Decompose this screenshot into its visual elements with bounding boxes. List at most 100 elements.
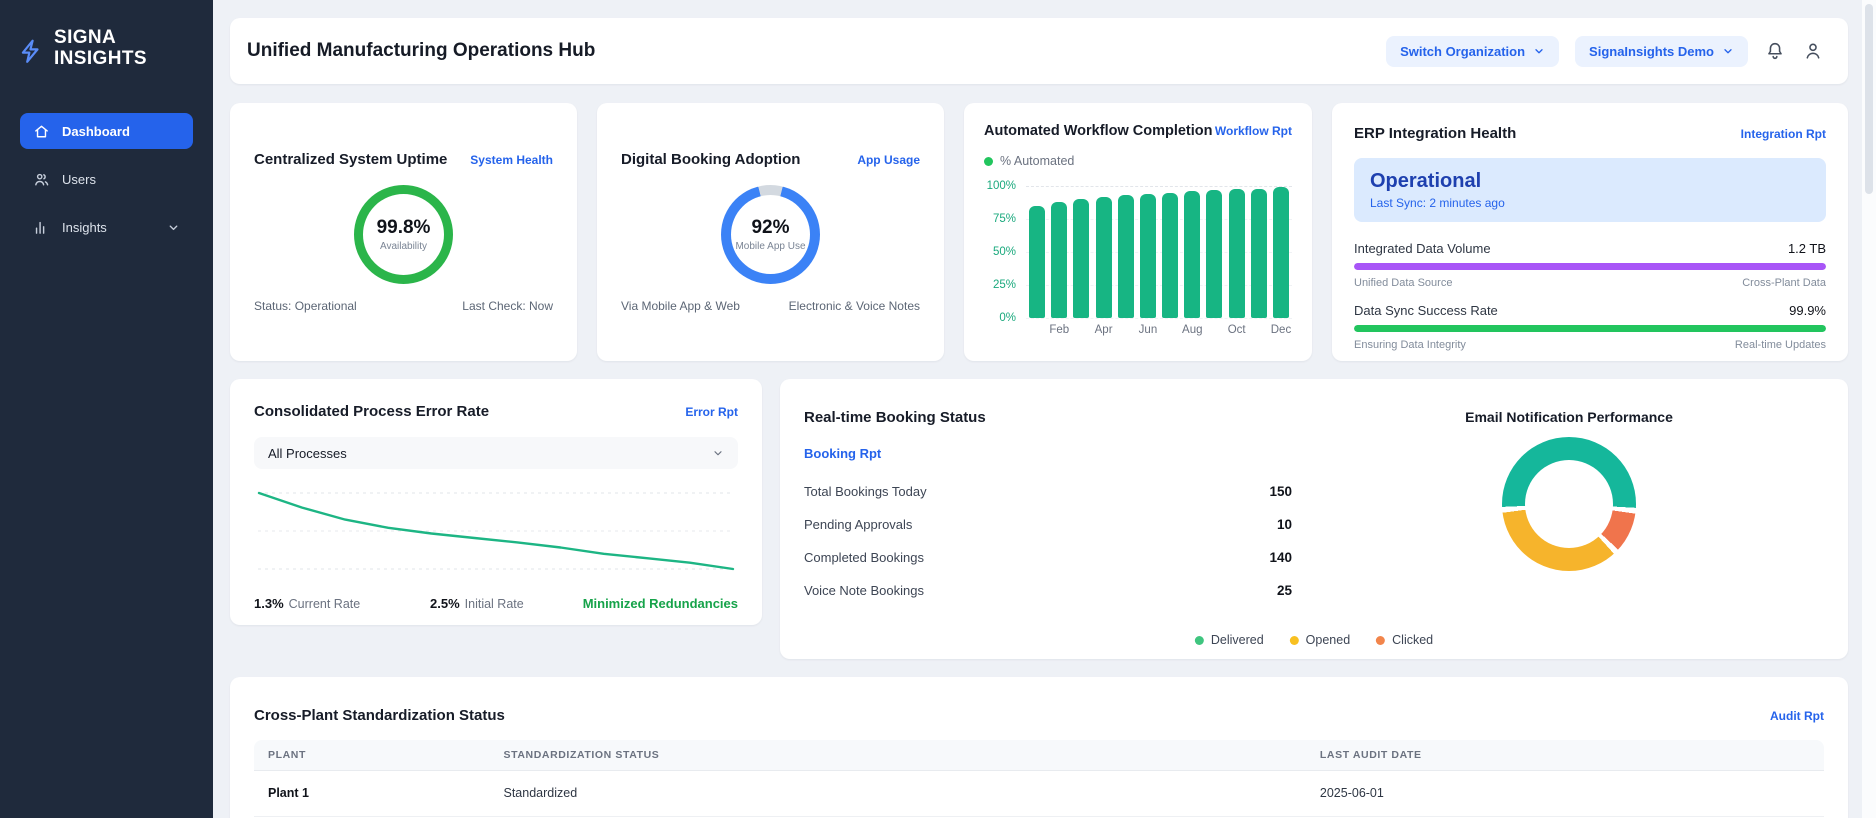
list-item: Pending Approvals 10 <box>804 514 1292 534</box>
sidebar-item-label: Dashboard <box>62 124 130 139</box>
process-filter-value: All Processes <box>268 446 347 461</box>
erp-last-sync: Last Sync: 2 minutes ago <box>1370 196 1810 210</box>
chevron-down-icon <box>712 447 724 459</box>
adoption-gauge: 92% Mobile App Use <box>721 185 820 284</box>
x-axis-tick: Aug <box>1181 324 1203 336</box>
sidebar-item-label: Users <box>62 172 96 187</box>
booking-report-link[interactable]: Booking Rpt <box>804 446 881 461</box>
x-axis-tick <box>1070 324 1092 336</box>
sidebar-nav: Dashboard Users Insights <box>0 113 213 245</box>
uptime-gauge: 99.8% Availability <box>354 185 453 284</box>
erp-metric-subleft: Ensuring Data Integrity <box>1354 339 1466 351</box>
system-health-link[interactable]: System Health <box>470 153 553 167</box>
main-content: Unified Manufacturing Operations Hub Swi… <box>213 0 1876 818</box>
booking-rows: Total Bookings Today 150 Pending Approva… <box>804 481 1292 600</box>
legend-item-clicked: Clicked <box>1376 633 1433 647</box>
erp-metric-value: 99.9% <box>1789 303 1826 318</box>
erp-status-value: Operational <box>1370 170 1810 193</box>
adoption-value-label: Mobile App Use <box>735 241 805 252</box>
bar-Oct <box>1229 189 1245 318</box>
table-header-row: PLANT STANDARDIZATION STATUS LAST AUDIT … <box>254 740 1824 770</box>
adoption-footer-left: Via Mobile App & Web <box>621 299 740 313</box>
sidebar-item-dashboard[interactable]: Dashboard <box>20 113 193 149</box>
erp-bar-1 <box>1354 325 1826 332</box>
list-item: Total Bookings Today 150 <box>804 481 1292 501</box>
x-axis-tick <box>1159 324 1181 336</box>
email-legend: Delivered Opened Clicked <box>1195 633 1433 647</box>
bar-Apr <box>1096 197 1112 318</box>
adoption-card: Digital Booking Adoption App Usage 92% M… <box>597 103 944 361</box>
error-rate-card: Consolidated Process Error Rate Error Rp… <box>230 379 762 625</box>
uptime-status-text: Status: Operational <box>254 299 357 313</box>
page-title: Unified Manufacturing Operations Hub <box>247 40 595 62</box>
users-icon <box>33 171 50 188</box>
x-axis-tick: Feb <box>1048 324 1070 336</box>
chevron-down-icon <box>167 221 180 234</box>
bar-Nov <box>1251 189 1267 318</box>
email-donut-chart <box>1502 437 1636 571</box>
workflow-bar-chart: 100%75%50%25%0% <box>984 186 1292 318</box>
column-header-audit-date: LAST AUDIT DATE <box>1306 740 1824 770</box>
table-row: Plant 1 Standardized 2025-06-01 <box>254 770 1824 816</box>
bar-Aug <box>1184 191 1200 318</box>
erp-metric-label: Integrated Data Volume <box>1354 241 1491 256</box>
lightning-bolt-icon <box>18 36 44 66</box>
y-axis-tick: 0% <box>999 312 1016 324</box>
x-axis-tick <box>1115 324 1137 336</box>
audit-report-link[interactable]: Audit Rpt <box>1770 709 1824 723</box>
bar-Jul <box>1162 193 1178 318</box>
sidebar-item-users[interactable]: Users <box>20 161 193 197</box>
chevron-down-icon <box>1722 45 1734 57</box>
x-axis-tick <box>1203 324 1225 336</box>
erp-status-panel: Operational Last Sync: 2 minutes ago <box>1354 158 1826 222</box>
list-item: Voice Note Bookings 25 <box>804 580 1292 600</box>
column-header-status: STANDARDIZATION STATUS <box>490 740 1306 770</box>
legend-dot <box>984 157 993 166</box>
bar-Jan <box>1029 206 1045 318</box>
initial-rate-stat: 2.5%Initial Rate <box>430 596 524 611</box>
sidebar-item-insights[interactable]: Insights <box>20 209 193 245</box>
workflow-legend-label: % Automated <box>1000 154 1074 168</box>
x-axis-tick: Jun <box>1137 324 1159 336</box>
minimized-redundancies-note: Minimized Redundancies <box>583 596 738 611</box>
progress-track <box>1354 263 1826 270</box>
table-card-title: Cross-Plant Standardization Status <box>254 707 505 724</box>
x-axis-tick: Dec <box>1270 324 1292 336</box>
workflow-report-link[interactable]: Workflow Rpt <box>1215 124 1292 138</box>
user-profile-button[interactable] <box>1802 40 1824 62</box>
erp-metric-value: 1.2 TB <box>1788 241 1826 256</box>
process-filter-select[interactable]: All Processes <box>254 437 738 469</box>
legend-item-delivered: Delivered <box>1195 633 1264 647</box>
switch-organization-label: Switch Organization <box>1400 44 1525 59</box>
scrollbar[interactable] <box>1862 0 1876 818</box>
error-rate-line-chart <box>254 479 738 588</box>
progress-track <box>1354 325 1826 332</box>
erp-metric-volume: Integrated Data Volume 1.2 TB Unified Da… <box>1354 241 1826 289</box>
integration-report-link[interactable]: Integration Rpt <box>1741 127 1826 141</box>
standardization-table: PLANT STANDARDIZATION STATUS LAST AUDIT … <box>254 740 1824 817</box>
logo-line1: SIGNA <box>54 28 147 49</box>
error-report-link[interactable]: Error Rpt <box>685 405 738 419</box>
scrollbar-thumb[interactable] <box>1865 4 1873 194</box>
workflow-bars <box>1026 186 1292 318</box>
page-header: Unified Manufacturing Operations Hub Swi… <box>230 18 1848 84</box>
kpi-row: Centralized System Uptime System Health … <box>230 103 1848 361</box>
booking-status-section: Real-time Booking Status Booking Rpt Tot… <box>804 409 1292 635</box>
legend-dot <box>1290 636 1299 645</box>
uptime-last-check: Last Check: Now <box>462 299 553 313</box>
error-rate-card-title: Consolidated Process Error Rate <box>254 403 489 420</box>
y-axis-tick: 100% <box>987 180 1016 192</box>
notifications-button[interactable] <box>1764 40 1786 62</box>
uptime-card-title: Centralized System Uptime <box>254 151 447 168</box>
sidebar: SIGNA INSIGHTS Dashboard Users <box>0 0 213 818</box>
bar-Mar <box>1073 199 1089 318</box>
organization-selector-label: SignaInsights Demo <box>1589 44 1714 59</box>
switch-organization-button[interactable]: Switch Organization <box>1386 36 1559 67</box>
app-usage-link[interactable]: App Usage <box>857 153 920 167</box>
erp-metric-label: Data Sync Success Rate <box>1354 303 1498 318</box>
organization-selector[interactable]: SignaInsights Demo <box>1575 36 1748 67</box>
list-item: Completed Bookings 140 <box>804 547 1292 567</box>
legend-item-opened: Opened <box>1290 633 1350 647</box>
bar-May <box>1118 195 1134 318</box>
adoption-footer-right: Electronic & Voice Notes <box>789 299 920 313</box>
